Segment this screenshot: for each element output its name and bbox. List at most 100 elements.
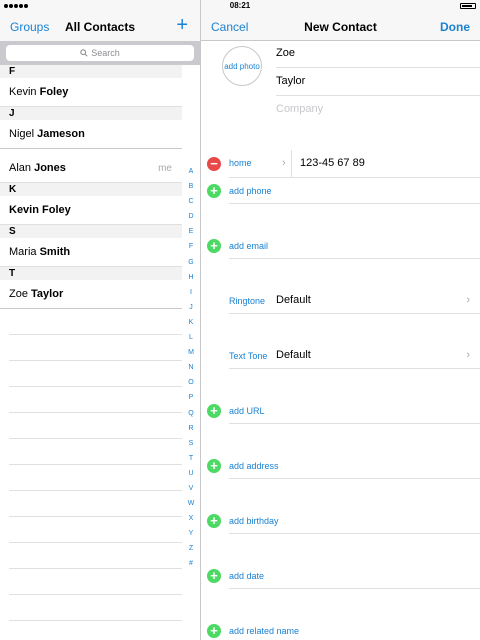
- add-birthday-icon[interactable]: +: [207, 514, 221, 528]
- add-related-name-button[interactable]: add related name: [229, 626, 299, 636]
- index-letter[interactable]: E: [184, 224, 198, 239]
- index-letter[interactable]: F: [184, 239, 198, 254]
- delete-phone-button[interactable]: −: [207, 157, 221, 171]
- add-date-button[interactable]: add date: [229, 571, 264, 581]
- add-address-icon[interactable]: +: [207, 459, 221, 473]
- contact-last-name: Taylor: [31, 288, 64, 300]
- first-name-field[interactable]: Zoe: [276, 40, 480, 68]
- add-related-name-icon[interactable]: +: [207, 624, 221, 638]
- empty-row: [9, 465, 182, 491]
- index-letter[interactable]: O: [184, 375, 198, 390]
- status-bar: 08:21: [0, 0, 480, 12]
- add-contact-button[interactable]: +: [176, 13, 188, 37]
- contact-first-name: Nigel: [9, 128, 35, 140]
- empty-row: [9, 309, 182, 335]
- contact-row[interactable]: Zoe Taylor: [0, 280, 182, 309]
- contact-first-name: Kevin: [9, 86, 37, 98]
- add-email-button[interactable]: add email: [229, 241, 268, 251]
- add-photo-label: add photo: [224, 61, 260, 71]
- index-letter[interactable]: A: [184, 164, 198, 179]
- empty-row: [9, 335, 182, 361]
- row-divider: [229, 423, 480, 424]
- add-address-button[interactable]: add address: [229, 461, 279, 471]
- index-letter[interactable]: B: [184, 179, 198, 194]
- row-divider: [229, 368, 480, 369]
- index-letter[interactable]: #: [184, 556, 198, 571]
- section-header: F: [0, 65, 182, 78]
- contact-first-name: Alan: [9, 162, 32, 174]
- row-divider: [229, 177, 480, 178]
- phone-label-selector[interactable]: home: [229, 158, 252, 168]
- ringtone-value[interactable]: Default: [276, 294, 311, 306]
- done-button[interactable]: Done: [440, 20, 470, 34]
- add-url-icon[interactable]: +: [207, 404, 221, 418]
- text-tone-value[interactable]: Default: [276, 349, 311, 361]
- index-letter[interactable]: N: [184, 360, 198, 375]
- add-birthday-button[interactable]: add birthday: [229, 516, 279, 526]
- index-letter[interactable]: H: [184, 270, 198, 285]
- row-divider: [229, 258, 480, 259]
- index-letter[interactable]: T: [184, 451, 198, 466]
- search-bar: Search: [0, 41, 200, 65]
- add-date-icon[interactable]: +: [207, 569, 221, 583]
- index-letter[interactable]: P: [184, 390, 198, 405]
- add-url-button[interactable]: add URL: [229, 406, 265, 416]
- battery-icon: [460, 3, 476, 9]
- index-letter[interactable]: K: [184, 315, 198, 330]
- new-contact-nav-bar: Cancel New Contact Done: [201, 12, 480, 41]
- index-letter[interactable]: S: [184, 436, 198, 451]
- contact-last-name: Jameson: [37, 128, 85, 140]
- contacts-title: All Contacts: [64, 20, 135, 34]
- index-letter[interactable]: I: [184, 285, 198, 300]
- add-email-icon[interactable]: +: [207, 239, 221, 253]
- text-tone-label: Text Tone: [229, 351, 268, 361]
- index-letter[interactable]: U: [184, 466, 198, 481]
- phone-number-field[interactable]: 123-45 67 89: [300, 157, 365, 169]
- contact-row[interactable]: Maria Smith: [0, 238, 182, 267]
- index-letter[interactable]: L: [184, 330, 198, 345]
- new-contact-pane: Cancel New Contact Done add photo Zoe Ta…: [201, 12, 480, 640]
- index-letter[interactable]: Z: [184, 541, 198, 556]
- index-letter[interactable]: X: [184, 511, 198, 526]
- new-contact-title: New Contact: [304, 20, 377, 34]
- last-name-field[interactable]: Taylor: [276, 68, 480, 96]
- empty-list-area: [0, 309, 182, 621]
- index-letter[interactable]: V: [184, 481, 198, 496]
- index-letter[interactable]: M: [184, 345, 198, 360]
- contact-first-name: Maria: [9, 246, 37, 258]
- section-header: T: [0, 267, 182, 280]
- index-letter[interactable]: W: [184, 496, 198, 511]
- empty-row: [9, 413, 182, 439]
- field-separator: [291, 150, 292, 178]
- contacts-pane: Groups All Contacts + Search F Kevin Fol…: [0, 12, 200, 640]
- index-letter[interactable]: G: [184, 255, 198, 270]
- empty-row: [9, 543, 182, 569]
- index-letter[interactable]: J: [184, 300, 198, 315]
- add-photo-button[interactable]: add photo: [222, 46, 262, 86]
- row-divider: [229, 533, 480, 534]
- row-divider: [229, 203, 480, 204]
- empty-row: [9, 595, 182, 621]
- index-letter[interactable]: Y: [184, 526, 198, 541]
- section-header: S: [0, 225, 182, 238]
- index-letter[interactable]: Q: [184, 406, 198, 421]
- section-header: K: [0, 183, 182, 196]
- alphabet-index[interactable]: A B C D E F G H I J K L M N O P Q R S T U V W X Y Z #: [184, 164, 198, 572]
- contact-row[interactable]: Nigel Jameson: [0, 120, 182, 149]
- contact-row-me[interactable]: Alan Jones me: [0, 154, 182, 183]
- chevron-right-icon: ›: [282, 157, 286, 169]
- contacts-nav-bar: Groups All Contacts +: [0, 12, 200, 41]
- contact-company-name: Kevin Foley: [9, 204, 71, 216]
- company-field[interactable]: Company: [276, 96, 480, 124]
- index-letter[interactable]: C: [184, 194, 198, 209]
- add-phone-button[interactable]: add phone: [229, 186, 272, 196]
- contact-row[interactable]: Kevin Foley: [0, 196, 182, 225]
- add-phone-icon[interactable]: +: [207, 184, 221, 198]
- search-input[interactable]: Search: [6, 45, 194, 61]
- ringtone-label: Ringtone: [229, 296, 266, 306]
- empty-row: [9, 491, 182, 517]
- contact-row[interactable]: Kevin Foley: [0, 78, 182, 107]
- row-divider: [229, 478, 480, 479]
- index-letter[interactable]: R: [184, 421, 198, 436]
- index-letter[interactable]: D: [184, 209, 198, 224]
